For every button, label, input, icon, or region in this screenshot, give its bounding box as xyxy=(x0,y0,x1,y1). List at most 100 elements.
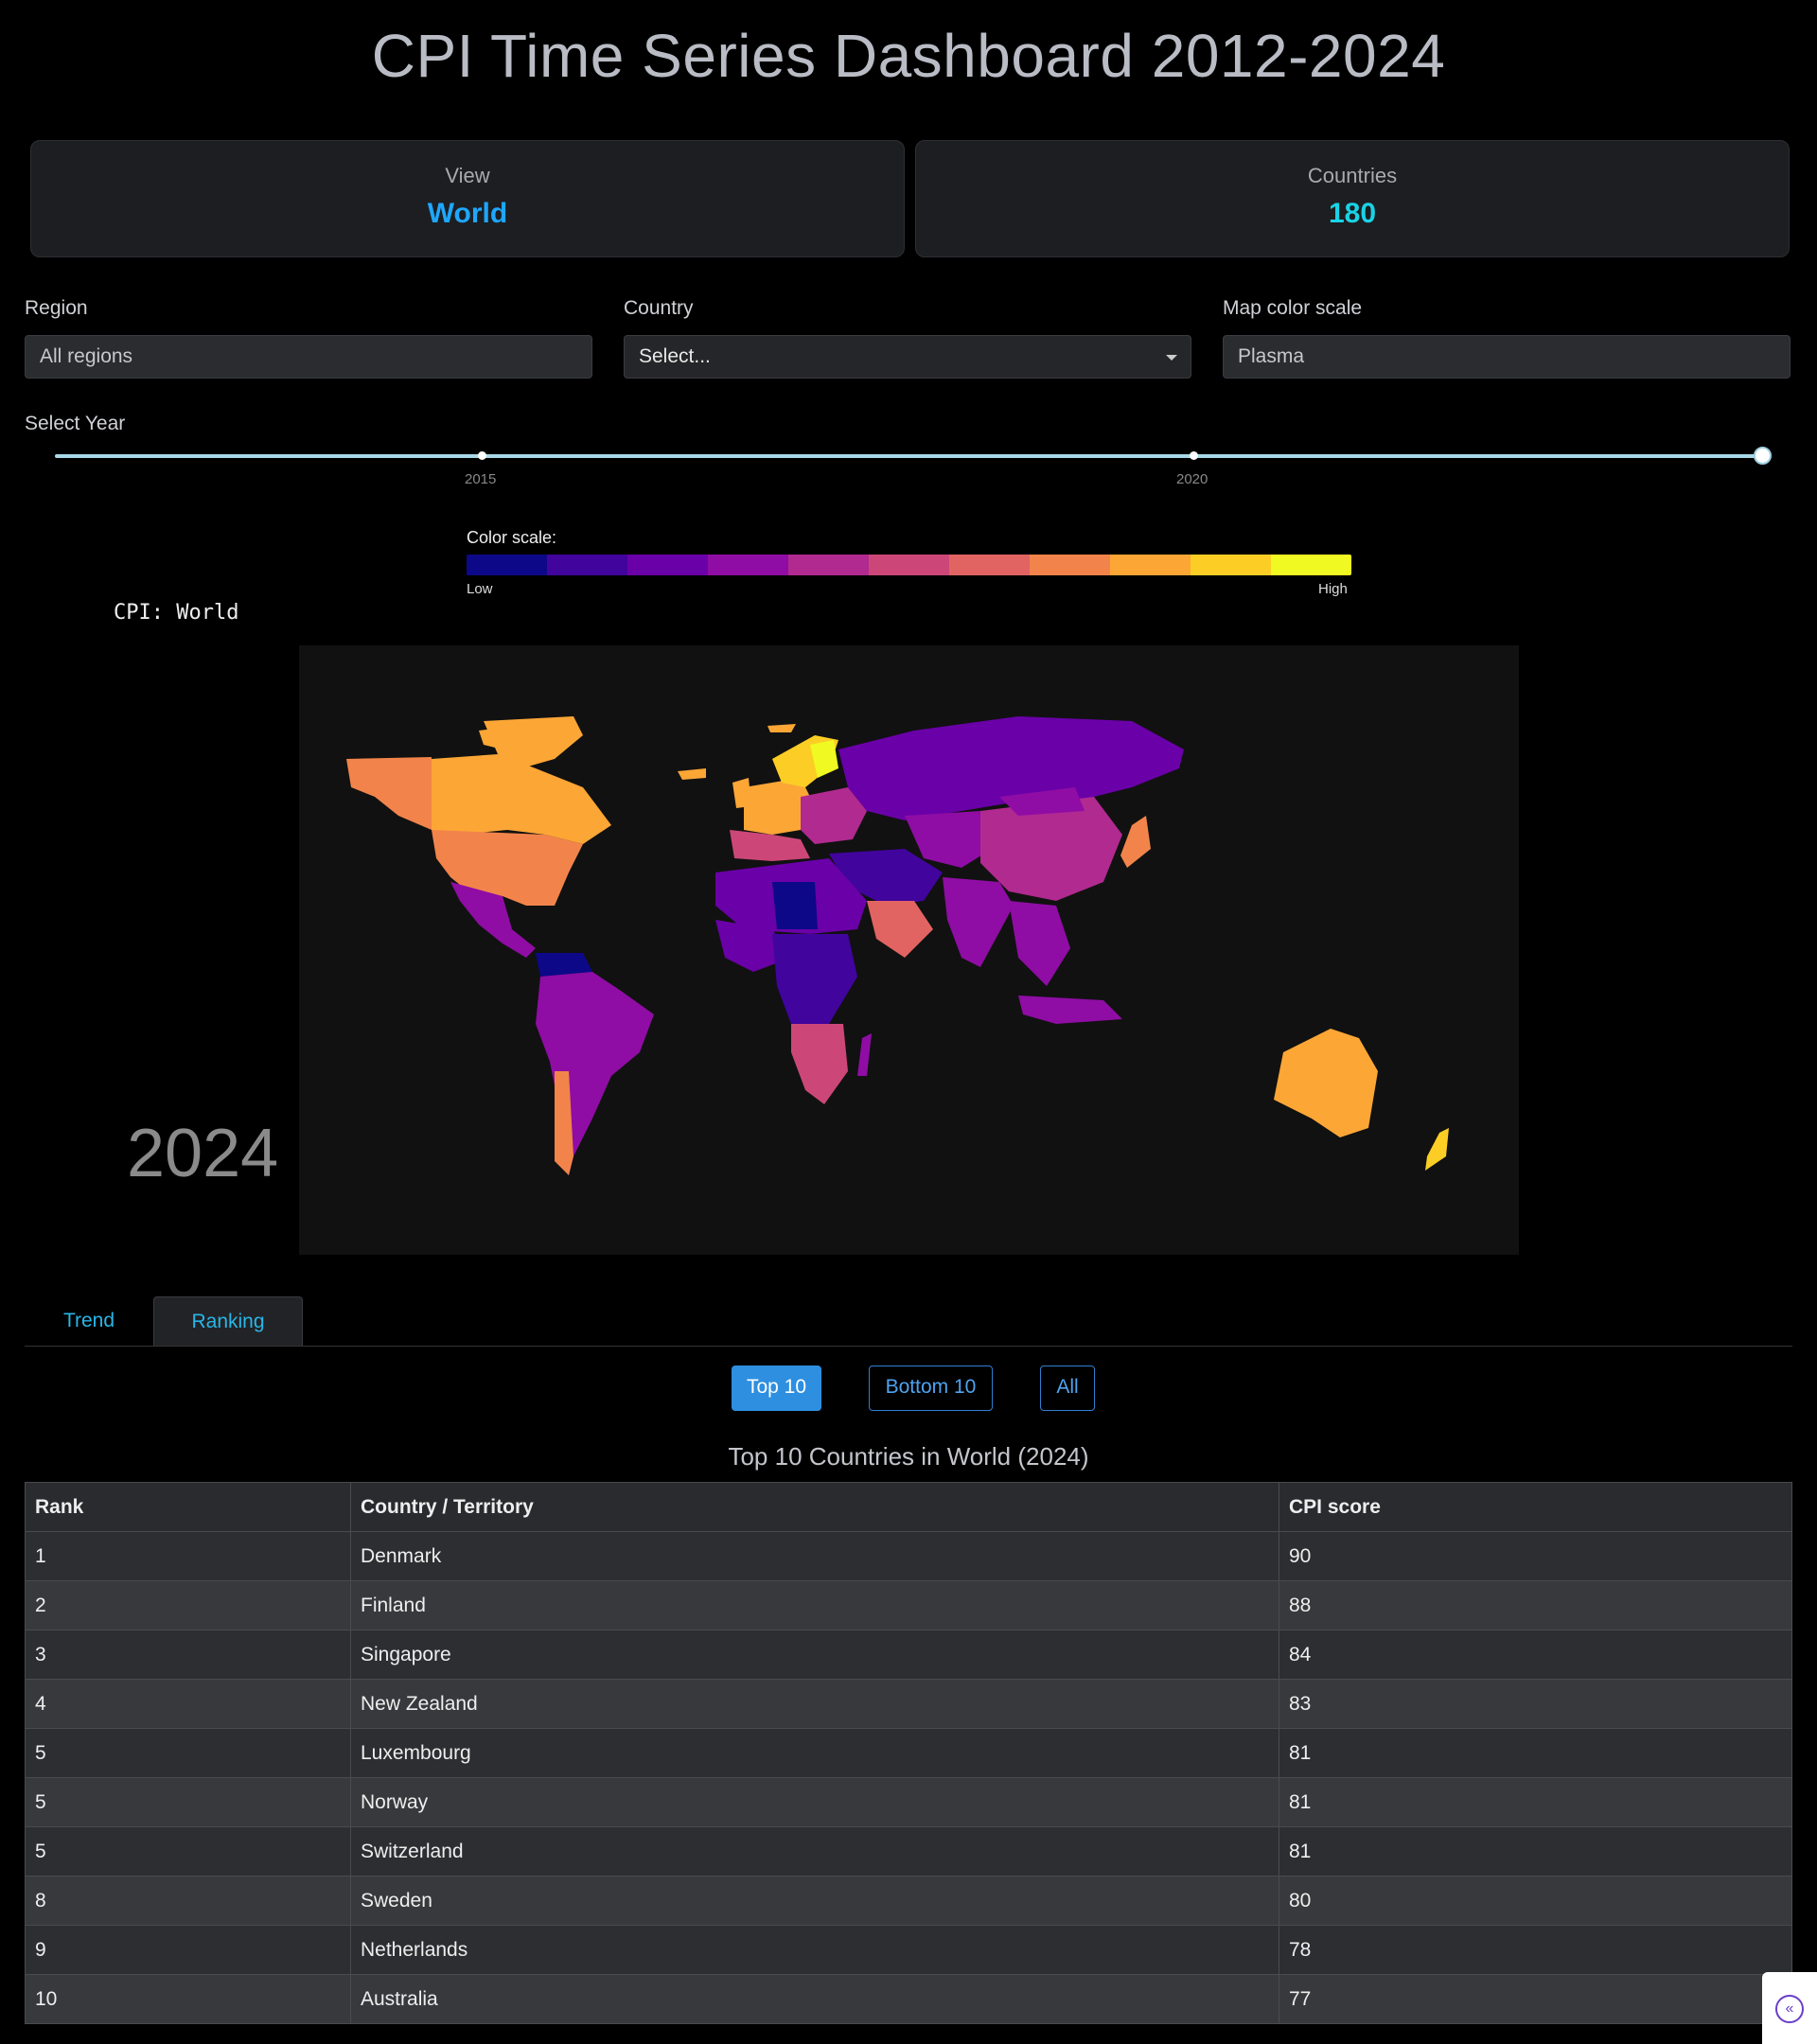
country-label: Country xyxy=(624,297,694,319)
map-region-southeast-asia[interactable] xyxy=(1009,901,1070,986)
country-cell: Norway xyxy=(350,1777,1279,1827)
country-dropdown[interactable]: Select... xyxy=(624,335,1191,379)
map-year-label: 2024 xyxy=(127,1116,279,1191)
cpi-score-cell: 88 xyxy=(1279,1580,1792,1630)
rank-cell: 1 xyxy=(25,1531,351,1581)
cpi-score-cell: 84 xyxy=(1279,1630,1792,1680)
countries-card: Countries 180 xyxy=(915,140,1790,257)
year-slider-track[interactable] xyxy=(55,454,1764,458)
view-card: View World xyxy=(30,140,905,257)
color-scale-swatch xyxy=(788,555,869,575)
chevron-down-icon xyxy=(1166,355,1177,361)
table-row[interactable]: 5 Luxembourg 81 xyxy=(25,1728,1792,1778)
double-chevron-left-icon: « xyxy=(1775,1995,1804,2023)
countries-card-label: Countries xyxy=(1307,164,1398,187)
colorscale-value: Plasma xyxy=(1238,345,1305,367)
table-row[interactable]: 8 Sweden 80 xyxy=(25,1876,1792,1926)
color-scale-swatch xyxy=(1110,555,1191,575)
map-region-japan[interactable] xyxy=(1120,816,1151,868)
rank-cell: 2 xyxy=(25,1580,351,1630)
map-region-libya[interactable] xyxy=(772,882,818,929)
country-cell: Luxembourg xyxy=(350,1728,1279,1778)
color-scale-swatch xyxy=(869,555,949,575)
table-row[interactable]: 4 New Zealand 83 xyxy=(25,1679,1792,1729)
table-row[interactable]: 2 Finland 88 xyxy=(25,1580,1792,1630)
country-cell: Netherlands xyxy=(350,1925,1279,1975)
map-region-usa[interactable] xyxy=(432,830,583,906)
color-scale-swatch xyxy=(1191,555,1271,575)
map-region-australia[interactable] xyxy=(1274,1029,1378,1137)
table-row[interactable]: 3 Singapore 84 xyxy=(25,1630,1792,1680)
color-scale-swatch xyxy=(708,555,788,575)
tab-ranking[interactable]: Ranking xyxy=(153,1296,303,1346)
rank-cell: 5 xyxy=(25,1728,351,1778)
color-scale-swatch xyxy=(1271,555,1351,575)
country-cell: Australia xyxy=(350,1974,1279,2024)
country-placeholder: Select... xyxy=(639,345,711,367)
country-cell: Switzerland xyxy=(350,1826,1279,1877)
region-select[interactable]: All regions xyxy=(25,335,592,379)
slider-tick-label: 2020 xyxy=(1176,471,1208,487)
year-slider-handle[interactable] xyxy=(1754,447,1772,465)
map-region-indonesia[interactable] xyxy=(1018,996,1122,1024)
ranking-table: Rank Country / Territory CPI score 1 Denm… xyxy=(25,1482,1792,2024)
map-region-iceland[interactable] xyxy=(678,768,706,780)
column-header-rank[interactable]: Rank xyxy=(25,1482,351,1532)
table-row[interactable]: 5 Switzerland 81 xyxy=(25,1826,1792,1877)
map-region-canada[interactable] xyxy=(432,754,611,844)
table-row[interactable]: 1 Denmark 90 xyxy=(25,1531,1792,1581)
map-region-central-africa[interactable] xyxy=(772,934,857,1024)
color-scale-swatch xyxy=(627,555,708,575)
map-region-uk[interactable] xyxy=(732,778,751,808)
column-header-country[interactable]: Country / Territory xyxy=(350,1482,1279,1532)
map-title: CPI: World xyxy=(114,601,239,625)
tab-trend[interactable]: Trend xyxy=(25,1296,153,1346)
map-region-madagascar[interactable] xyxy=(857,1033,872,1076)
map-region-south-america[interactable] xyxy=(536,972,654,1175)
color-scale-swatch xyxy=(467,555,547,575)
slider-tick-label: 2015 xyxy=(465,471,497,487)
cpi-score-cell: 90 xyxy=(1279,1531,1792,1581)
rank-cell: 5 xyxy=(25,1826,351,1877)
color-scale-low: Low xyxy=(467,581,493,597)
color-scale-swatch xyxy=(949,555,1030,575)
map-region-svalbard[interactable] xyxy=(767,724,796,732)
cpi-score-cell: 78 xyxy=(1279,1925,1792,1975)
world-choropleth-map[interactable] xyxy=(299,645,1519,1255)
rank-cell: 9 xyxy=(25,1925,351,1975)
colorscale-label: Map color scale xyxy=(1223,297,1363,319)
map-region-alaska[interactable] xyxy=(346,757,432,830)
country-cell: New Zealand xyxy=(350,1679,1279,1729)
country-cell: Finland xyxy=(350,1580,1279,1630)
year-slider-label: Select Year xyxy=(25,413,126,434)
cpi-score-cell: 83 xyxy=(1279,1679,1792,1729)
column-header-cpi[interactable]: CPI score xyxy=(1279,1482,1792,1532)
region-label: Region xyxy=(25,297,88,319)
map-region-india[interactable] xyxy=(943,877,1014,967)
collapse-panel-button[interactable]: « xyxy=(1762,1972,1817,2044)
page-title: CPI Time Series Dashboard 2012-2024 xyxy=(371,22,1446,90)
region-value: All regions xyxy=(40,345,133,367)
country-cell: Denmark xyxy=(350,1531,1279,1581)
slider-mark-2020 xyxy=(1190,451,1198,460)
colorscale-select[interactable]: Plasma xyxy=(1223,335,1791,379)
color-scale-high: High xyxy=(1318,581,1348,597)
all-button[interactable]: All xyxy=(1040,1366,1095,1411)
map-region-southern-africa[interactable] xyxy=(791,1024,848,1104)
table-row[interactable]: 10 Australia 77 xyxy=(25,1974,1792,2024)
map-region-southern-europe[interactable] xyxy=(730,830,810,861)
rank-cell: 4 xyxy=(25,1679,351,1729)
color-scale-swatch xyxy=(547,555,627,575)
cpi-score-cell: 81 xyxy=(1279,1826,1792,1877)
cpi-score-cell: 81 xyxy=(1279,1777,1792,1827)
bottom-10-button[interactable]: Bottom 10 xyxy=(869,1366,993,1411)
top-10-button[interactable]: Top 10 xyxy=(732,1366,821,1411)
cpi-score-cell: 77 xyxy=(1279,1974,1792,2024)
country-cell: Singapore xyxy=(350,1630,1279,1680)
cpi-score-cell: 80 xyxy=(1279,1876,1792,1926)
table-row[interactable]: 5 Norway 81 xyxy=(25,1777,1792,1827)
table-row[interactable]: 9 Netherlands 78 xyxy=(25,1925,1792,1975)
map-region-arabia[interactable] xyxy=(867,901,933,958)
map-region-new-zealand[interactable] xyxy=(1425,1128,1449,1171)
tabs-divider xyxy=(25,1346,1792,1347)
